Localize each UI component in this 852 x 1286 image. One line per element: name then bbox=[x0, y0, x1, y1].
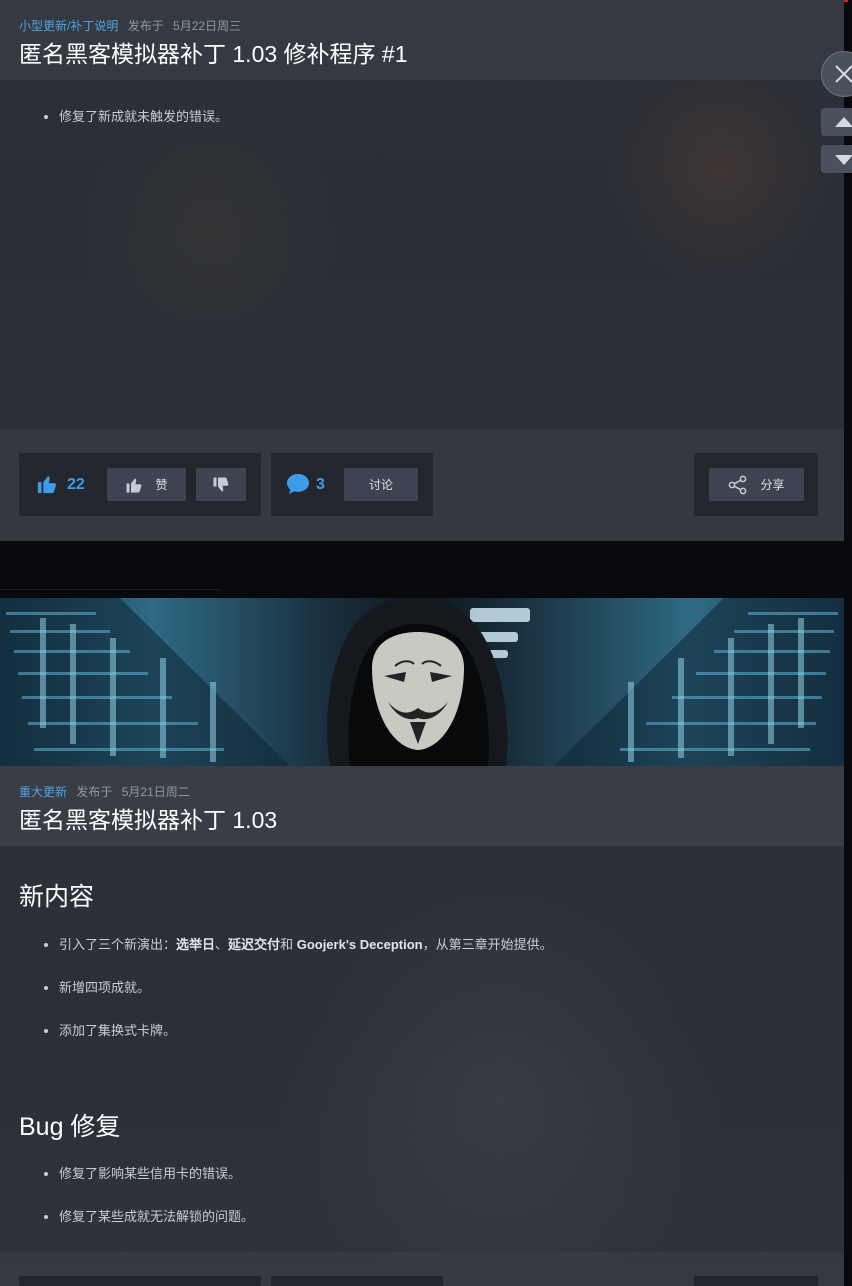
patch-notes-list: 修复了新成就未触发的错误。 bbox=[40, 106, 228, 125]
new-content-item: 新增四项成就。 bbox=[59, 977, 150, 996]
thumbs-up-icon bbox=[37, 476, 57, 494]
hooded-hacker-illustration bbox=[0, 598, 844, 766]
share-box bbox=[694, 1276, 818, 1286]
gig-name: 选举日 bbox=[176, 937, 216, 952]
next-event-button[interactable] bbox=[821, 145, 852, 173]
section-heading-new-content: 新内容 bbox=[19, 883, 95, 911]
event-card-major-update: 重大更新 发布于 5月21日周二 匿名黑客模拟器补丁 1.03 新内容 引入了三… bbox=[0, 766, 844, 1286]
gig-name: 延迟交付 bbox=[228, 937, 281, 952]
event-banner-image[interactable] bbox=[0, 598, 844, 766]
comment-count: 3 bbox=[316, 476, 325, 493]
arrow-down-icon bbox=[835, 155, 852, 165]
new-content-list: 新增四项成就。 bbox=[40, 977, 150, 996]
share-box: 分享 bbox=[694, 453, 818, 516]
event-category[interactable]: 小型更新/补丁说明 bbox=[19, 19, 118, 33]
event-card-patch-hotfix: 小型更新/补丁说明 发布于 5月22日周三 匿名黑客模拟器补丁 1.03 修补程… bbox=[0, 0, 844, 541]
discuss-button-label: 讨论 bbox=[368, 478, 393, 492]
event-category[interactable]: 重大更新 bbox=[19, 785, 67, 799]
new-content-item: 引入了三个新演出：选举日、延迟交付和 Goojerk's Deception，从… bbox=[59, 934, 553, 953]
event-date: 5月22日周三 bbox=[173, 19, 242, 33]
event-header: 重大更新 发布于 5月21日周二 匿名黑客模拟器补丁 1.03 bbox=[0, 766, 844, 846]
new-content-list: 引入了三个新演出：选举日、延迟交付和 Goojerk's Deception，从… bbox=[40, 934, 553, 953]
comment-box bbox=[271, 1276, 443, 1286]
previous-event-button[interactable] bbox=[821, 108, 852, 136]
event-header: 小型更新/补丁说明 发布于 5月22日周三 匿名黑客模拟器补丁 1.03 修补程… bbox=[0, 0, 844, 80]
bug-fix-item: 修复了影响某些信用卡的错误。 bbox=[59, 1163, 241, 1182]
section-heading-bug-fixes: Bug 修复 bbox=[19, 1113, 121, 1141]
close-icon bbox=[835, 65, 852, 83]
thumbs-down-icon bbox=[213, 477, 229, 491]
new-content-item: 添加了集换式卡牌。 bbox=[59, 1020, 176, 1039]
event-meta: 小型更新/补丁说明 发布于 5月22日周三 bbox=[19, 17, 241, 34]
event-meta: 重大更新 发布于 5月21日周二 bbox=[19, 783, 190, 800]
patch-note-item: 修复了新成就未触发的错误。 bbox=[59, 106, 228, 125]
discuss-button[interactable]: 讨论 bbox=[344, 468, 418, 501]
rating-box: 22 赞 bbox=[19, 453, 261, 516]
gig-name: Goojerk's Deception bbox=[296, 937, 423, 952]
rating-box bbox=[19, 1276, 261, 1286]
event-title[interactable]: 匿名黑客模拟器补丁 1.03 修补程序 #1 bbox=[19, 35, 408, 69]
card-separator bbox=[0, 541, 852, 598]
dislike-button[interactable] bbox=[196, 468, 246, 501]
share-button-label: 分享 bbox=[760, 478, 785, 492]
thumbs-up-icon bbox=[126, 478, 142, 492]
arrow-up-icon bbox=[835, 117, 852, 127]
share-button[interactable]: 分享 bbox=[709, 468, 804, 501]
event-title[interactable]: 匿名黑客模拟器补丁 1.03 bbox=[19, 801, 277, 835]
share-icon bbox=[729, 475, 747, 494]
speech-bubble-icon bbox=[287, 474, 309, 494]
like-count: 22 bbox=[67, 476, 85, 493]
event-date: 5月21日周二 bbox=[121, 785, 190, 799]
bug-fix-list: 修复了某些成就无法解锁的问题。 bbox=[40, 1206, 254, 1225]
published-label: 发布于 bbox=[76, 785, 113, 799]
bug-fix-list: 修复了影响某些信用卡的错误。 bbox=[40, 1163, 241, 1182]
published-label: 发布于 bbox=[127, 19, 164, 33]
like-button[interactable]: 赞 bbox=[107, 468, 186, 501]
like-button-label: 赞 bbox=[155, 478, 168, 492]
new-content-list: 添加了集换式卡牌。 bbox=[40, 1020, 176, 1039]
bug-fix-item: 修复了某些成就无法解锁的问题。 bbox=[59, 1206, 254, 1225]
comment-box: 3 讨论 bbox=[271, 453, 433, 516]
